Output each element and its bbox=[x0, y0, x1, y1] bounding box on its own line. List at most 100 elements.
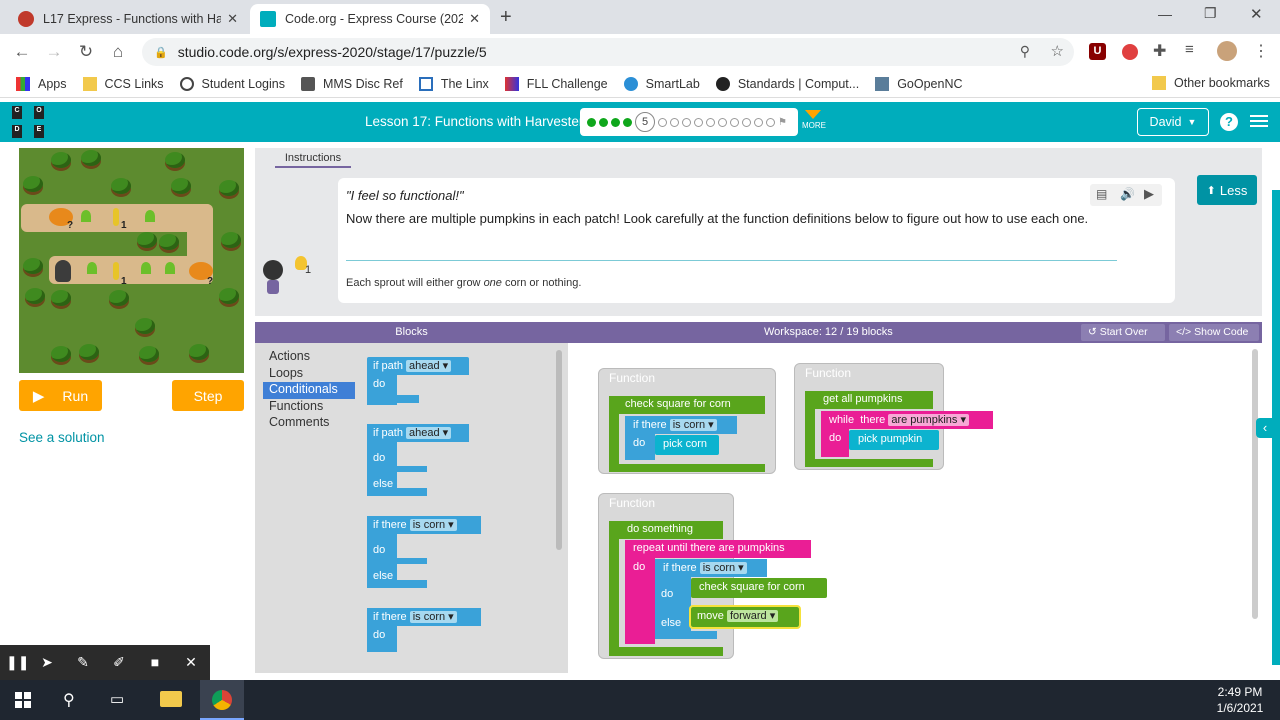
ublock-extension-icon[interactable]: U bbox=[1089, 43, 1106, 60]
workspace[interactable]: Function check square for corn if there … bbox=[568, 343, 1262, 673]
user-menu-button[interactable]: David ▼ bbox=[1137, 108, 1209, 136]
other-bookmarks[interactable]: Other bookmarks bbox=[1152, 76, 1270, 90]
category-loops[interactable]: Loops bbox=[263, 366, 355, 383]
function-definition[interactable]: Function do something repeat until there… bbox=[598, 493, 827, 659]
finish-flag-icon[interactable]: ⚑ bbox=[778, 117, 787, 128]
close-icon[interactable]: ✕ bbox=[182, 654, 200, 672]
condition-dropdown[interactable]: is corn ▾ bbox=[409, 611, 457, 623]
if-do-body[interactable]: do bbox=[625, 434, 655, 460]
level-dot[interactable] bbox=[730, 117, 739, 127]
lesson-title[interactable]: Lesson 17: Functions with Harvester bbox=[365, 114, 583, 129]
step-button[interactable]: Step bbox=[172, 380, 244, 411]
if-there-else-block[interactable]: if there is corn ▾ bbox=[655, 559, 767, 577]
extension-icon[interactable] bbox=[1122, 44, 1138, 60]
less-button[interactable]: ⬆ Less bbox=[1197, 175, 1257, 205]
flyout-scrollbar[interactable] bbox=[556, 350, 562, 550]
media-control-icon[interactable]: ≡ bbox=[1185, 41, 1194, 58]
speaker-icon[interactable]: 🔊 bbox=[1120, 187, 1135, 201]
pointer-icon[interactable]: ➤ bbox=[38, 654, 56, 672]
home-icon[interactable]: ⌂ bbox=[108, 42, 128, 62]
minimize-icon[interactable]: — bbox=[1158, 6, 1172, 22]
if-there-block[interactable]: if there is corn ▾ bbox=[367, 608, 481, 626]
highlighter-icon[interactable]: ✐ bbox=[110, 654, 128, 672]
bookmark-apps[interactable]: Apps bbox=[16, 76, 67, 91]
zoom-icon[interactable]: ⚲ bbox=[1020, 43, 1030, 60]
restore-icon[interactable]: ❐ bbox=[1204, 5, 1217, 22]
reload-icon[interactable]: ↻ bbox=[76, 42, 96, 62]
condition-dropdown[interactable]: is corn ▾ bbox=[699, 562, 747, 574]
level-current[interactable]: 5 bbox=[635, 112, 655, 132]
category-conditionals[interactable]: Conditionals bbox=[263, 382, 355, 399]
function-name-block[interactable]: get all pumpkins bbox=[805, 391, 933, 409]
tab-instructions[interactable]: Instructions bbox=[275, 148, 351, 168]
bookmark-smartlab[interactable]: SmartLab bbox=[623, 76, 700, 91]
level-dot[interactable] bbox=[766, 117, 775, 127]
repeat-do-body[interactable]: do bbox=[625, 558, 655, 644]
search-icon[interactable]: ⚲ bbox=[63, 690, 75, 710]
bookmark-ccs-links[interactable]: CCS Links bbox=[82, 76, 164, 91]
function-definition[interactable]: Function get all pumpkins while there ar… bbox=[794, 363, 993, 470]
profile-avatar[interactable] bbox=[1217, 41, 1237, 61]
if-there-block-body[interactable]: do bbox=[367, 626, 397, 652]
level-dot-complete[interactable] bbox=[587, 117, 596, 127]
category-comments[interactable]: Comments bbox=[263, 415, 355, 432]
windows-start-icon[interactable] bbox=[15, 692, 31, 708]
back-arrow-icon[interactable]: ← bbox=[12, 42, 32, 62]
workspace-scrollbar[interactable] bbox=[1252, 349, 1258, 619]
call-check-square-for-corn-block[interactable]: check square for corn bbox=[691, 578, 827, 598]
new-tab-button[interactable]: + bbox=[500, 6, 512, 29]
function-name-block[interactable]: do something bbox=[609, 521, 723, 539]
task-view-icon[interactable]: ▭ bbox=[110, 690, 124, 708]
close-window-icon[interactable]: ✕ bbox=[1250, 5, 1263, 23]
while-there-block[interactable]: while there are pumpkins ▾ bbox=[821, 411, 993, 429]
bookmark-mms-disc-ref[interactable]: MMS Disc Ref bbox=[300, 76, 403, 91]
bookmark-goopennc[interactable]: GoOpenNC bbox=[875, 76, 963, 91]
level-dot[interactable] bbox=[706, 117, 715, 127]
run-button[interactable]: ▶ Run bbox=[19, 380, 102, 411]
game-visualization[interactable]: ? 1 1 ? bbox=[19, 148, 244, 373]
direction-dropdown[interactable]: ahead ▾ bbox=[406, 427, 452, 439]
browser-tab-codeorg[interactable]: Code.org - Express Course (2020) ✕ bbox=[250, 4, 490, 34]
while-do-body[interactable]: do bbox=[821, 429, 849, 457]
function-name-block[interactable]: check square for corn bbox=[609, 396, 765, 414]
bookmark-fll-challenge[interactable]: FLL Challenge bbox=[504, 76, 608, 91]
repeat-until-block[interactable]: repeat until there are pumpkins bbox=[625, 540, 811, 558]
level-dot[interactable] bbox=[718, 117, 727, 127]
chrome-taskbar-button[interactable] bbox=[200, 680, 244, 720]
level-dot-complete[interactable] bbox=[611, 117, 620, 127]
extensions-puzzle-icon[interactable]: ✚ bbox=[1153, 41, 1166, 61]
if-else-body[interactable]: do else bbox=[655, 577, 691, 639]
start-over-button[interactable]: ↺ Start Over bbox=[1081, 324, 1165, 341]
direction-dropdown[interactable]: forward ▾ bbox=[726, 610, 779, 622]
level-dot[interactable] bbox=[742, 117, 751, 127]
condition-dropdown[interactable]: are pumpkins ▾ bbox=[888, 414, 969, 426]
condition-dropdown[interactable]: is corn ▾ bbox=[409, 519, 457, 531]
bookmark-student-logins[interactable]: Student Logins bbox=[179, 76, 285, 91]
level-dot-complete[interactable] bbox=[623, 117, 632, 127]
see-solution-link[interactable]: See a solution bbox=[19, 430, 105, 445]
file-explorer-icon[interactable] bbox=[160, 691, 182, 707]
direction-dropdown[interactable]: ahead ▾ bbox=[406, 360, 452, 372]
function-definition[interactable]: Function check square for corn if there … bbox=[598, 368, 776, 474]
pick-pumpkin-block[interactable]: pick pumpkin bbox=[849, 430, 939, 450]
if-path-block[interactable]: if path ahead ▾ bbox=[367, 357, 469, 375]
url-bar[interactable]: 🔒 studio.code.org/s/express-2020/stage/1… bbox=[142, 38, 1074, 66]
codeorg-logo[interactable]: CO DE bbox=[12, 106, 44, 138]
camera-icon[interactable]: ■ bbox=[146, 654, 164, 672]
if-else-path-block[interactable]: if path ahead ▾ bbox=[367, 424, 469, 442]
bookmark-the-linx[interactable]: The Linx bbox=[418, 76, 489, 91]
level-dot[interactable] bbox=[682, 117, 691, 127]
close-tab-icon[interactable]: ✕ bbox=[469, 11, 480, 27]
if-there-block[interactable]: if there is corn ▾ bbox=[625, 416, 737, 434]
browser-menu-icon[interactable]: ⋮ bbox=[1253, 41, 1269, 61]
pause-icon[interactable]: ❚❚ bbox=[6, 654, 29, 672]
level-dot[interactable] bbox=[670, 117, 679, 127]
level-dot[interactable] bbox=[754, 117, 763, 127]
category-actions[interactable]: Actions bbox=[263, 349, 355, 366]
browser-tab-lesson[interactable]: L17 Express - Functions with Harvester ✕ bbox=[8, 4, 248, 34]
level-dot-complete[interactable] bbox=[599, 117, 608, 127]
pen-icon[interactable]: ✎ bbox=[74, 654, 92, 672]
bookmark-standards[interactable]: Standards | Comput... bbox=[715, 76, 859, 91]
if-there-else-block[interactable]: if there is corn ▾ bbox=[367, 516, 481, 534]
condition-dropdown[interactable]: is corn ▾ bbox=[669, 419, 717, 431]
